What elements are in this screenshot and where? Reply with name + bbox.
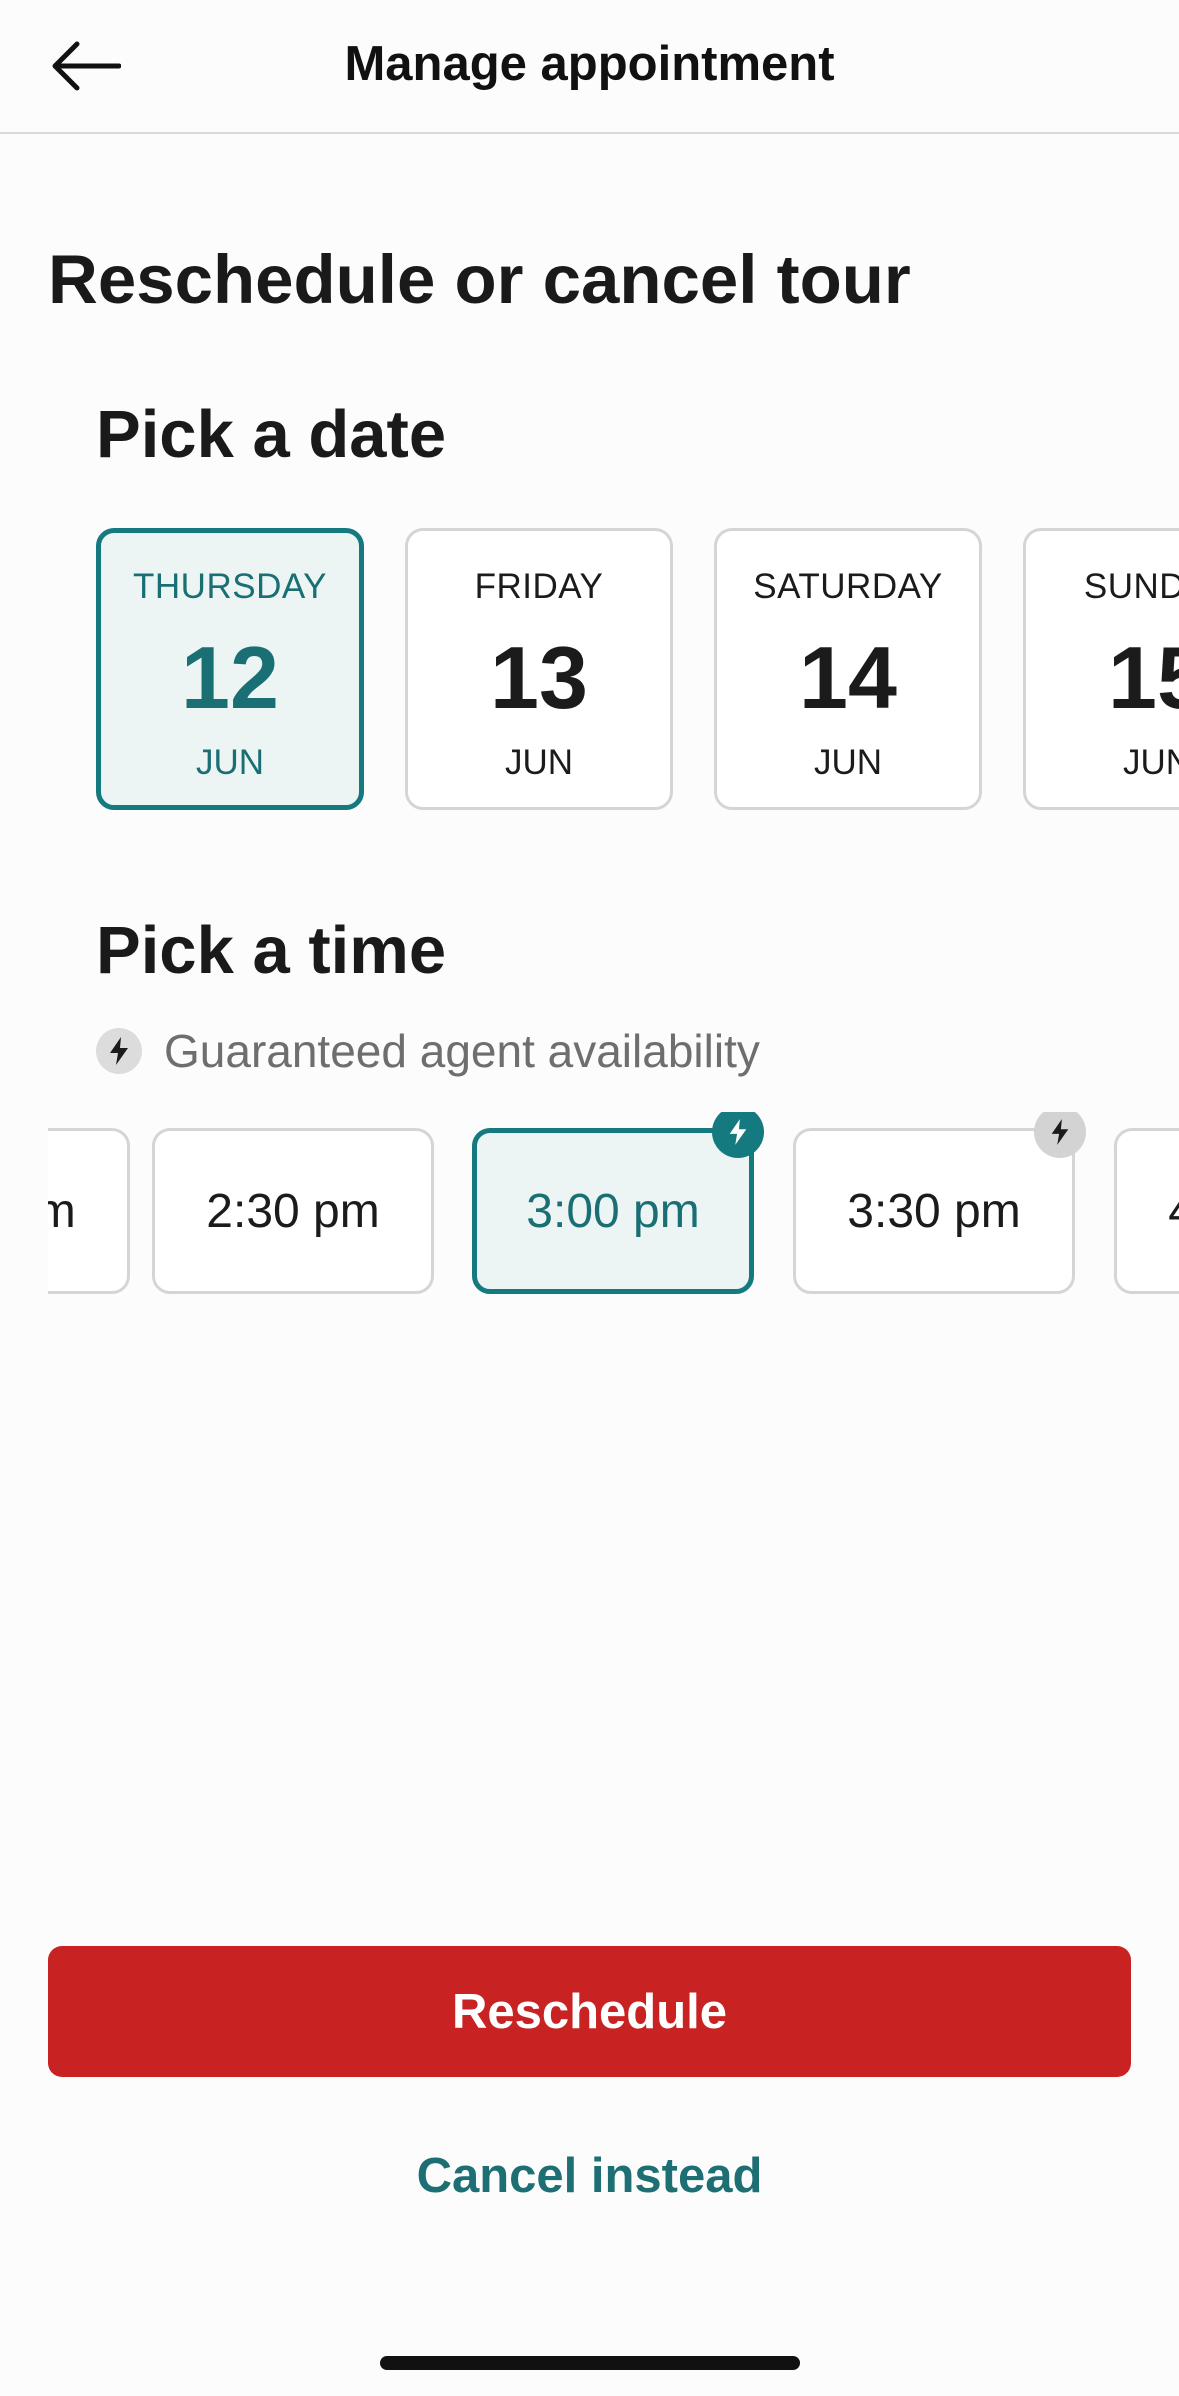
date-option-selected[interactable]: THURSDAY 12 JUN [96,528,364,810]
time-picker-row[interactable]: 2:00 pm 2:30 pm 3:00 pm 3:30 pm 4:00 pm [48,1112,1179,1302]
date-option[interactable]: SUNDAY 15 JUN [1023,528,1179,810]
date-month: JUN [504,743,574,782]
date-option[interactable]: FRIDAY 13 JUN [405,528,673,810]
date-month: JUN [195,743,265,782]
time-option[interactable]: 2:30 pm [152,1128,434,1294]
lightning-bolt-icon [96,1028,142,1074]
date-option[interactable]: SATURDAY 14 JUN [714,528,982,810]
availability-note: Guaranteed agent availability [164,1025,760,1077]
date-weekday: SATURDAY [753,567,943,606]
time-label: 3:30 pm [847,1184,1021,1238]
date-weekday: THURSDAY [133,567,327,606]
date-month: JUN [813,743,883,782]
cancel-instead-link[interactable]: Cancel instead [0,2148,1179,2204]
time-label: 4:00 pm [1168,1184,1179,1239]
guaranteed-badge-icon [712,1112,764,1158]
guaranteed-badge-icon [1034,1112,1086,1158]
time-option[interactable]: 3:30 pm [793,1128,1075,1294]
date-day: 13 [490,628,588,727]
pick-date-heading: Pick a date [96,397,447,472]
time-label: 2:00 pm [48,1184,76,1238]
pick-time-heading: Pick a time [96,913,447,988]
date-weekday: SUNDAY [1083,567,1179,606]
date-weekday: FRIDAY [474,567,604,606]
date-day: 12 [181,628,279,727]
date-picker-row[interactable]: THURSDAY 12 JUN FRIDAY 13 JUN SATURDAY 1… [0,528,1179,818]
time-label: 2:30 pm [206,1184,380,1238]
header-title: Manage appointment [344,37,835,91]
date-month: JUN [1122,743,1179,782]
time-option[interactable]: 4:00 pm [1114,1128,1179,1294]
time-option[interactable]: 2:00 pm [48,1128,130,1294]
date-day: 15 [1108,628,1179,727]
reschedule-button[interactable]: Reschedule [48,1946,1131,2077]
page-title: Reschedule or cancel tour [48,241,911,318]
availability-legend: Guaranteed agent availability [96,1024,760,1078]
time-label: 3:00 pm [526,1184,700,1238]
home-indicator [380,2356,800,2370]
time-option-selected[interactable]: 3:00 pm [472,1128,754,1294]
top-nav-bar: Manage appointment [0,0,1179,134]
date-day: 14 [799,628,897,727]
